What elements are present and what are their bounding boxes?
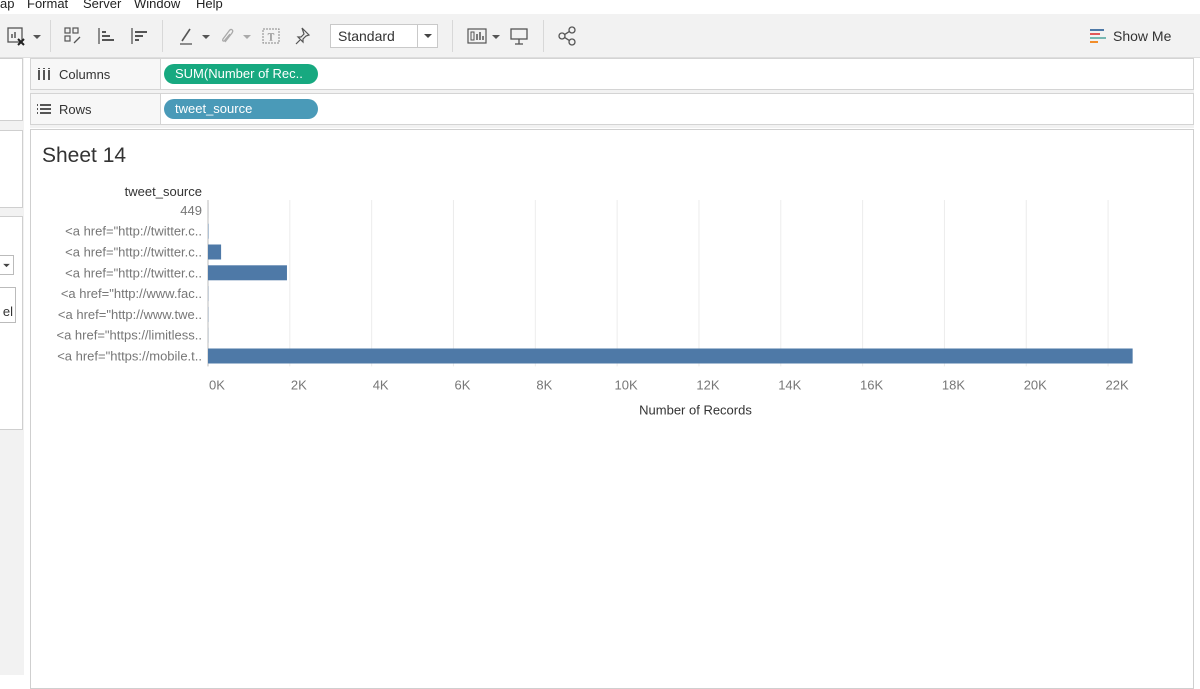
- columns-icon: [37, 68, 51, 80]
- x-tick-label: 16K: [860, 377, 883, 392]
- menu-item-server[interactable]: Server: [83, 0, 121, 10]
- category-label: <a href="http://twitter.c..: [65, 245, 202, 260]
- highlight-icon[interactable]: [175, 24, 199, 48]
- x-axis-title: Number of Records: [639, 402, 752, 417]
- category-label: <a href="https://limitless..: [56, 328, 202, 343]
- columns-shelf-label: Columns: [31, 59, 161, 89]
- category-label: <a href="http://www.fac..: [61, 286, 202, 301]
- chevron-down-icon[interactable]: [33, 34, 41, 40]
- category-label: <a href="http://twitter.c..: [65, 265, 202, 280]
- chevron-down-icon[interactable]: [243, 34, 251, 40]
- category-label: <a href="http://www.twe..: [58, 307, 202, 322]
- x-tick-label: 6K: [455, 377, 471, 392]
- show-cards-icon[interactable]: [465, 24, 489, 48]
- rows-shelf[interactable]: Rows tweet_source: [30, 93, 1194, 125]
- rows-label-text: Rows: [59, 102, 92, 117]
- sort-ascending-icon[interactable]: [94, 24, 118, 48]
- x-tick-label: 10K: [615, 377, 638, 392]
- menu-bar: ap Format Server Window Help: [0, 0, 1200, 14]
- bar: [208, 265, 287, 280]
- pin-icon[interactable]: [292, 24, 316, 48]
- filters-card: [0, 130, 23, 208]
- rows-icon: [37, 103, 51, 115]
- category-label: 449: [180, 203, 202, 218]
- group-icon[interactable]: [216, 24, 240, 48]
- x-tick-label: 2K: [291, 377, 307, 392]
- marks-card: el: [0, 216, 23, 430]
- show-me-label: Show Me: [1113, 28, 1171, 44]
- menu-item-window[interactable]: Window: [134, 0, 180, 10]
- shelves: Columns SUM(Number of Rec.. Rows tweet_s…: [30, 58, 1194, 128]
- share-icon[interactable]: [555, 24, 579, 48]
- chevron-down-icon: [3, 263, 10, 268]
- bar: [208, 349, 1133, 364]
- fit-dropdown[interactable]: Standard: [330, 24, 438, 48]
- category-label: <a href="http://twitter.c..: [65, 224, 202, 239]
- chevron-down-icon[interactable]: [202, 34, 210, 40]
- label-mark-text: el: [3, 304, 13, 319]
- x-tick-label: 12K: [696, 377, 719, 392]
- toolbar-divider: [543, 20, 544, 52]
- menu-item-format[interactable]: Format: [27, 0, 68, 10]
- mark-type-dropdown[interactable]: [0, 255, 14, 275]
- sort-descending-icon[interactable]: [127, 24, 151, 48]
- presentation-icon[interactable]: [507, 24, 531, 48]
- show-me-icon: [1090, 29, 1106, 43]
- x-tick-label: 18K: [942, 377, 965, 392]
- show-me-button[interactable]: Show Me: [1090, 24, 1171, 48]
- columns-shelf[interactable]: Columns SUM(Number of Rec..: [30, 58, 1194, 90]
- x-tick-label: 0K: [209, 377, 225, 392]
- menu-item-map[interactable]: ap: [0, 0, 14, 10]
- rows-pill[interactable]: tweet_source: [164, 99, 318, 119]
- row-header: tweet_source: [125, 184, 202, 199]
- label-icon[interactable]: T: [259, 24, 283, 48]
- fit-value: Standard: [338, 28, 395, 44]
- toolbar: T Standard Show Me: [0, 14, 1200, 58]
- x-tick-label: 20K: [1024, 377, 1047, 392]
- swap-sheet-icon[interactable]: [61, 24, 85, 48]
- toolbar-divider: [162, 20, 163, 52]
- pages-card: [0, 58, 23, 121]
- bar-chart: tweet_source 0K 2K 4K 6K 8K 10K 12K 14K 16K 18K 20K…: [31, 130, 1193, 450]
- toolbar-divider: [50, 20, 51, 52]
- label-mark-button[interactable]: el: [0, 287, 16, 323]
- columns-pill[interactable]: SUM(Number of Rec..: [164, 64, 318, 84]
- x-tick-label: 22K: [1106, 377, 1129, 392]
- category-label: <a href="https://mobile.t..: [57, 349, 202, 364]
- chevron-down-icon[interactable]: [492, 34, 500, 40]
- sheet-view: Sheet 14 tweet_source0K2K4K6K8K10K12K14K…: [30, 129, 1194, 689]
- bar: [208, 245, 221, 260]
- clear-sheet-icon[interactable]: [4, 24, 28, 48]
- chevron-down-icon[interactable]: [417, 25, 437, 47]
- rows-shelf-label: Rows: [31, 94, 161, 124]
- x-tick-label: 14K: [778, 377, 801, 392]
- svg-text:T: T: [268, 32, 275, 44]
- toolbar-divider: [452, 20, 453, 52]
- left-pane: el: [0, 58, 24, 675]
- columns-label-text: Columns: [59, 67, 110, 82]
- x-tick-label: 8K: [536, 377, 552, 392]
- menu-item-help[interactable]: Help: [196, 0, 223, 10]
- x-tick-label: 4K: [373, 377, 389, 392]
